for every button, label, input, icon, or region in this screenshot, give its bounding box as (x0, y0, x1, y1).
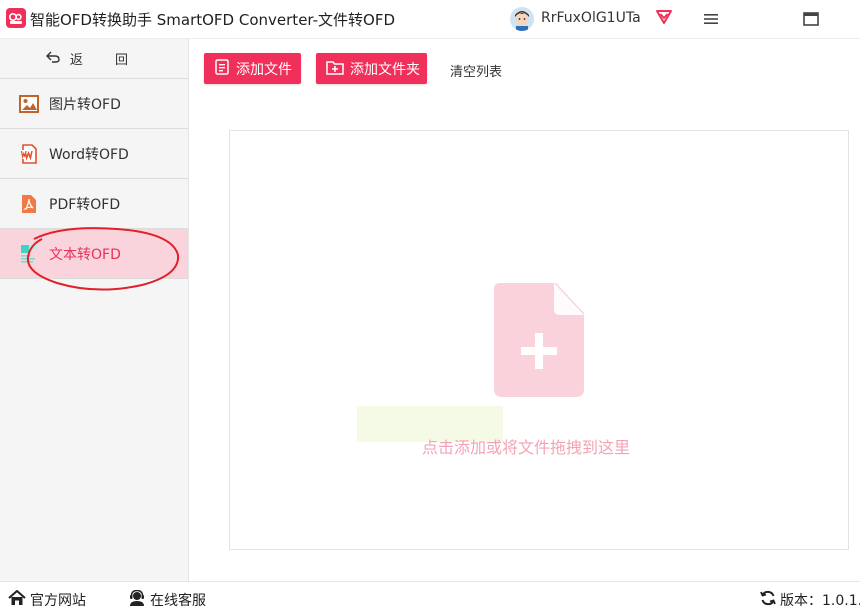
vip-diamond-icon[interactable] (655, 9, 673, 29)
add-document-icon (494, 283, 584, 401)
sidebar-item-pdf-to-ofd[interactable]: PDF转OFD (0, 179, 188, 229)
hamburger-menu-icon[interactable] (700, 8, 722, 30)
version-label: 版本：1.0.1.0 (780, 593, 860, 609)
online-service-link[interactable]: 在线客服 (128, 589, 206, 610)
status-bar: 官方网站 在线客服 版本：1.0.1.0 (0, 581, 860, 612)
add-file-label: 添加文件 (236, 61, 292, 78)
add-folder-label: 添加文件夹 (350, 61, 420, 78)
version-info[interactable]: 版本：1.0.1.0 (760, 590, 860, 610)
sidebar-item-image-to-ofd[interactable]: 图片转OFD (0, 79, 188, 129)
online-service-label: 在线客服 (150, 593, 206, 609)
sidebar: 返 回 图片转OFD Word转OFD PDF转OFD 文本转OFD (0, 39, 189, 581)
sidebar-item-label: Word转OFD (49, 146, 129, 163)
customer-service-icon (128, 589, 146, 610)
refresh-icon (760, 590, 776, 610)
add-file-button[interactable]: 添加文件 (204, 53, 301, 84)
file-drop-zone[interactable]: 点击添加或将文件拖拽到这里 (229, 130, 849, 550)
image-icon (19, 94, 39, 114)
back-label: 返 回 (69, 53, 143, 68)
title-bar: 智能OFD转换助手 SmartOFD Converter-文件转OFD RrFu… (0, 0, 860, 39)
window-title: 智能OFD转换助手 SmartOFD Converter-文件转OFD (30, 11, 396, 29)
add-file-icon (214, 58, 230, 79)
back-button[interactable]: 返 回 (0, 39, 188, 79)
clear-list-button[interactable]: 清空列表 (450, 61, 502, 80)
app-logo-icon (6, 8, 26, 28)
pdf-icon (19, 194, 39, 214)
drop-hint-text: 点击添加或将文件拖拽到这里 (422, 438, 631, 457)
text-file-icon (19, 244, 39, 264)
word-icon (19, 143, 39, 164)
sidebar-item-label: PDF转OFD (49, 196, 121, 213)
sidebar-item-word-to-ofd[interactable]: Word转OFD (0, 129, 188, 179)
add-folder-button[interactable]: 添加文件夹 (316, 53, 427, 84)
sidebar-item-text-to-ofd[interactable]: 文本转OFD (0, 227, 188, 291)
sidebar-item-label: 文本转OFD (49, 246, 121, 263)
maximize-window-icon[interactable] (800, 8, 822, 30)
official-site-label: 官方网站 (30, 593, 86, 609)
add-folder-icon (326, 59, 344, 79)
back-arrow-icon (45, 51, 60, 67)
sidebar-item-label: 图片转OFD (49, 96, 121, 113)
home-icon (8, 589, 26, 610)
username-label[interactable]: RrFuxOlG1UTa (541, 10, 641, 26)
official-site-link[interactable]: 官方网站 (8, 589, 86, 610)
user-avatar[interactable] (510, 7, 534, 31)
